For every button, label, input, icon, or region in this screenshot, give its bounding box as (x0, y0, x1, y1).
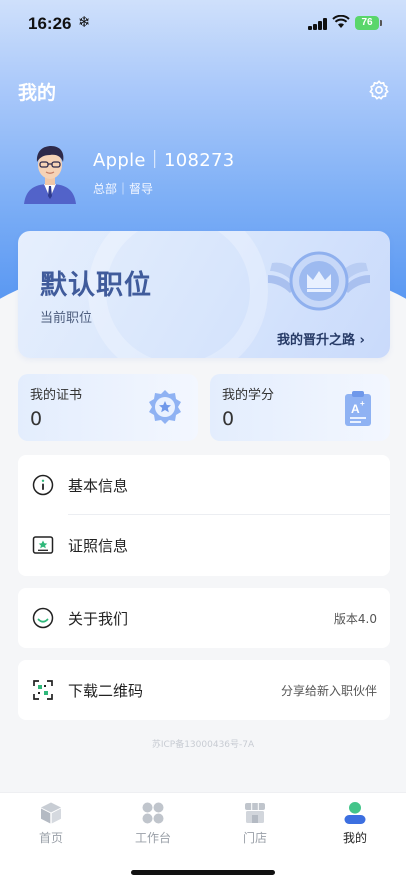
snowflake-icon: ❄ (78, 13, 91, 31)
menu-item-basic-info[interactable]: 基本信息 (18, 455, 390, 515)
battery-icon: 76 (355, 16, 379, 30)
certificates-label: 我的证书 (30, 388, 83, 403)
avatar[interactable] (20, 140, 80, 204)
tab-home[interactable]: 首页 (0, 793, 102, 853)
cellular-signal-icon (308, 18, 328, 30)
qr-scan-icon (33, 680, 53, 700)
person-icon (344, 802, 366, 824)
user-name-id: Apple｜108273 (93, 150, 235, 171)
home-indicator (131, 870, 275, 875)
menu-item-about-us[interactable]: 关于我们 版本4.0 (18, 588, 390, 648)
promotion-path-link[interactable]: 我的晋升之路 › (277, 329, 365, 348)
store-icon (245, 803, 265, 823)
menu-label-basic-info: 基本信息 (68, 477, 129, 495)
crown-badge-icon (268, 251, 370, 311)
wifi-icon (332, 15, 350, 28)
status-bar: 16:26 ❄ 76 (0, 0, 406, 50)
menu-label-download-qr: 下载二维码 (68, 682, 144, 700)
certificate-medal-icon (149, 390, 181, 424)
smile-circle-icon (32, 607, 54, 629)
tab-workbench[interactable]: 工作台 (102, 793, 204, 853)
menu-label-about-us: 关于我们 (68, 610, 129, 628)
credits-card[interactable]: 我的学分 0 A + (210, 374, 390, 441)
about-menu-group: 关于我们 版本4.0 (18, 588, 390, 648)
credits-count: 0 (222, 408, 235, 430)
grid-icon (142, 802, 164, 824)
menu-label-license-info: 证照信息 (68, 537, 129, 555)
certificates-card[interactable]: 我的证书 0 (18, 374, 198, 441)
tab-label-mine: 我的 (342, 831, 367, 845)
status-time: 16:26 (28, 14, 72, 33)
user-department-role: 总部｜督导 (93, 182, 154, 196)
menu-item-license-info[interactable]: 证照信息 (18, 515, 390, 575)
tab-label-store: 门店 (242, 831, 267, 845)
position-card[interactable]: 默认职位 当前职位 我的晋升之路 › (18, 231, 390, 358)
position-subtitle: 当前职位 (40, 311, 93, 326)
info-menu-group: 基本信息 证照信息 (18, 455, 390, 576)
gear-icon[interactable] (368, 79, 390, 101)
tab-label-home: 首页 (38, 831, 63, 845)
svg-text:A: A (351, 402, 360, 416)
qr-menu-group: 下载二维码 分享给新入职伙伴 (18, 660, 390, 720)
tab-label-workbench: 工作台 (134, 831, 171, 845)
license-card-icon (32, 536, 54, 554)
credits-label: 我的学分 (222, 388, 275, 403)
app-version: 版本4.0 (333, 612, 377, 626)
info-circle-icon (32, 474, 54, 496)
icp-license-text: 苏ICP备13000436号-7A (151, 740, 255, 750)
position-title: 默认职位 (40, 270, 152, 301)
svg-text:+: + (360, 399, 365, 408)
share-hint: 分享给新入职伙伴 (280, 684, 377, 698)
menu-item-download-qr[interactable]: 下载二维码 分享给新入职伙伴 (18, 660, 390, 720)
tab-mine[interactable]: 我的 (304, 793, 406, 853)
page-title: 我的 (18, 82, 57, 104)
cube-icon (41, 802, 61, 824)
grade-clipboard-icon: A + (345, 391, 371, 426)
certificates-count: 0 (30, 408, 43, 430)
tab-store[interactable]: 门店 (204, 793, 306, 853)
battery-tip (380, 20, 382, 26)
